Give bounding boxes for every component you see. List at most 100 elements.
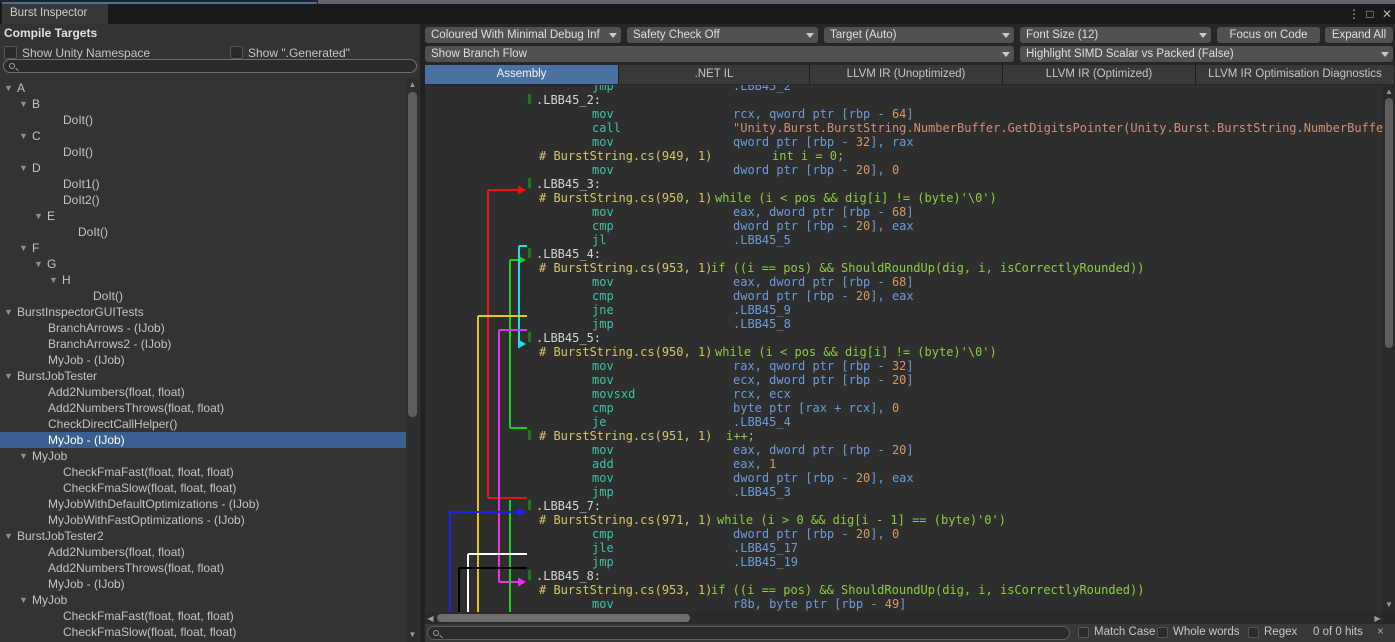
dropdown[interactable]: Highlight SIMD Scalar vs Packed (False): [1020, 46, 1393, 62]
source-code: while (i < pos && dig[i] != (byte)'\0'): [715, 345, 997, 359]
window-tab[interactable]: Burst Inspector: [2, 4, 108, 24]
tree-item-label: CheckFmaFast(float, float, float): [63, 464, 234, 480]
tree-item[interactable]: MyJob - (IJob): [0, 352, 406, 368]
tree-item[interactable]: MyJobWithDefaultOptimizations - (IJob): [0, 496, 406, 512]
foldout-icon[interactable]: ▼: [19, 96, 28, 112]
close-icon[interactable]: ✕: [1379, 6, 1395, 22]
tree-item[interactable]: Add2NumbersThrows(float, float): [0, 560, 406, 576]
tab-llvm-ir-optimisation-diagnostics[interactable]: LLVM IR Optimisation Diagnostics: [1196, 65, 1395, 84]
checkbox[interactable]: [230, 46, 243, 59]
tree-scrollbar-thumb[interactable]: [408, 92, 417, 417]
tree-item[interactable]: Add2Numbers(float, float): [0, 384, 406, 400]
tree-item[interactable]: CheckFmaSlow(float, float, float): [0, 624, 406, 640]
checkbox[interactable]: [4, 46, 17, 59]
targets-search-input[interactable]: [3, 59, 417, 73]
tree-item[interactable]: ▼ BurstInspectorGUITests: [0, 304, 406, 320]
dropdown[interactable]: Font Size (12): [1020, 27, 1211, 43]
tree-item[interactable]: DoIt2(): [0, 192, 406, 208]
tree-item[interactable]: ▼ MyJob: [0, 448, 406, 464]
tree-item[interactable]: ▼ MyJob: [0, 592, 406, 608]
asm-label: .LBB45_7:: [536, 499, 601, 513]
foldout-icon[interactable]: ▼: [4, 528, 13, 544]
scroll-down-icon[interactable]: ▼: [406, 630, 419, 639]
code-hscrollbar-thumb[interactable]: [437, 614, 690, 622]
scroll-right-icon[interactable]: ▶: [1371, 614, 1384, 623]
tab-llvm-ir-unoptimized-[interactable]: LLVM IR (Unoptimized): [810, 65, 1003, 84]
maximize-icon[interactable]: □: [1362, 6, 1378, 22]
tree-item[interactable]: DoIt(): [0, 144, 406, 160]
tree-item[interactable]: ▼ BurstJobTester2: [0, 528, 406, 544]
match-case-checkbox[interactable]: [1078, 627, 1089, 638]
tree-item[interactable]: ▼ E: [0, 208, 406, 224]
tree-item[interactable]: ▼ D: [0, 160, 406, 176]
tree-item[interactable]: ▼ F: [0, 240, 406, 256]
toolbar-button[interactable]: Focus on Code: [1217, 27, 1320, 43]
scroll-down-icon[interactable]: ▼: [1383, 600, 1395, 609]
source-code: if ((i == pos) && ShouldRoundUp(dig, i, …: [711, 261, 1144, 275]
label: Focus on Code: [1230, 29, 1308, 41]
close-find-icon[interactable]: ×: [1377, 626, 1384, 638]
tab-llvm-ir-optimized-[interactable]: LLVM IR (Optimized): [1003, 65, 1196, 84]
tree-item[interactable]: CheckFmaSlow(float, float, float): [0, 480, 406, 496]
tree-item[interactable]: MyJob - (IJob): [0, 432, 406, 448]
foldout-icon[interactable]: ▼: [19, 160, 28, 176]
foldout-icon[interactable]: ▼: [34, 208, 43, 224]
tree-item[interactable]: MyJob - (IJob): [0, 576, 406, 592]
menu-icon[interactable]: ⋮: [1346, 6, 1362, 22]
tree-item[interactable]: CheckFmaFast(float, float, float): [0, 608, 406, 624]
tree-item[interactable]: ▼ BurstJobTester: [0, 368, 406, 384]
assembly-code-view[interactable]: jmp.LBB45_2.LBB45_2:movrcx, qword ptr [r…: [425, 85, 1383, 612]
tab--net-il[interactable]: .NET IL: [619, 65, 810, 84]
tree-item[interactable]: Add2Numbers(float, float): [0, 544, 406, 560]
dropdown[interactable]: Safety Check Off: [627, 27, 818, 43]
tab-assembly[interactable]: Assembly: [425, 65, 619, 84]
foldout-icon[interactable]: ▼: [19, 592, 28, 608]
code-vertical-scrollbar[interactable]: ▲ ▼: [1383, 85, 1395, 612]
tree-item[interactable]: BranchArrows2 - (IJob): [0, 336, 406, 352]
foldout-icon[interactable]: ▼: [34, 256, 43, 272]
find-input[interactable]: [427, 626, 1070, 640]
tree-item[interactable]: ▼ A: [0, 80, 406, 96]
tree-item-label: CheckFmaSlow(float, float, float): [63, 480, 236, 496]
dropdown[interactable]: Target (Auto): [824, 27, 1014, 43]
foldout-icon[interactable]: ▼: [4, 304, 13, 320]
tree-item[interactable]: DoIt1(): [0, 176, 406, 192]
toolbar-button[interactable]: Expand All: [1325, 27, 1393, 43]
block-marker: [527, 429, 532, 441]
code-vscrollbar-thumb[interactable]: [1385, 98, 1393, 348]
foldout-icon[interactable]: ▼: [4, 368, 13, 384]
tree-item[interactable]: CheckFmaFast(float, float, float): [0, 464, 406, 480]
scroll-left-icon[interactable]: ◀: [424, 614, 437, 623]
tree-item[interactable]: ▼ H: [0, 272, 406, 288]
dropdown[interactable]: Coloured With Minimal Debug Inf: [425, 27, 621, 43]
tree-scrollbar[interactable]: ▲ ▼: [406, 78, 419, 642]
tree-item[interactable]: DoIt(): [0, 224, 406, 240]
foldout-icon[interactable]: ▼: [49, 272, 58, 288]
tree-item[interactable]: CheckDirectCallHelper(): [0, 416, 406, 432]
match-case-label: Match Case: [1094, 626, 1155, 638]
tree-item[interactable]: Add2NumbersThrows(float, float): [0, 400, 406, 416]
tree-item[interactable]: MyJobWithFastOptimizations - (IJob): [0, 512, 406, 528]
tree-item[interactable]: BranchArrows - (IJob): [0, 320, 406, 336]
code-line: # BurstString.cs(950, 1)while (i < pos &…: [425, 191, 1383, 205]
foldout-icon[interactable]: ▼: [4, 80, 13, 96]
tree-item[interactable]: ▼ C: [0, 128, 406, 144]
foldout-icon[interactable]: ▼: [19, 128, 28, 144]
asm-operand: dword ptr [rbp - 20], eax: [733, 219, 914, 233]
code-line: jmp.LBB45_3: [425, 485, 1383, 499]
whole-words-checkbox[interactable]: [1157, 627, 1168, 638]
asm-mnemonic: call: [592, 121, 621, 135]
code-horizontal-scrollbar[interactable]: ◀ ▶: [425, 612, 1383, 624]
foldout-icon[interactable]: ▼: [19, 448, 28, 464]
tree-item[interactable]: ▼ B: [0, 96, 406, 112]
tree-item[interactable]: ▼ G: [0, 256, 406, 272]
dropdown[interactable]: Show Branch Flow: [425, 46, 1014, 62]
scroll-up-icon[interactable]: ▲: [1383, 87, 1395, 96]
tree-item-label: DoIt1(): [63, 176, 100, 192]
tree-item[interactable]: DoIt(): [0, 288, 406, 304]
foldout-icon[interactable]: ▼: [19, 240, 28, 256]
source-comment: # BurstString.cs(951, 1): [539, 429, 712, 443]
regex-checkbox[interactable]: [1248, 627, 1259, 638]
tree-item[interactable]: DoIt(): [0, 112, 406, 128]
scroll-up-icon[interactable]: ▲: [406, 80, 419, 89]
